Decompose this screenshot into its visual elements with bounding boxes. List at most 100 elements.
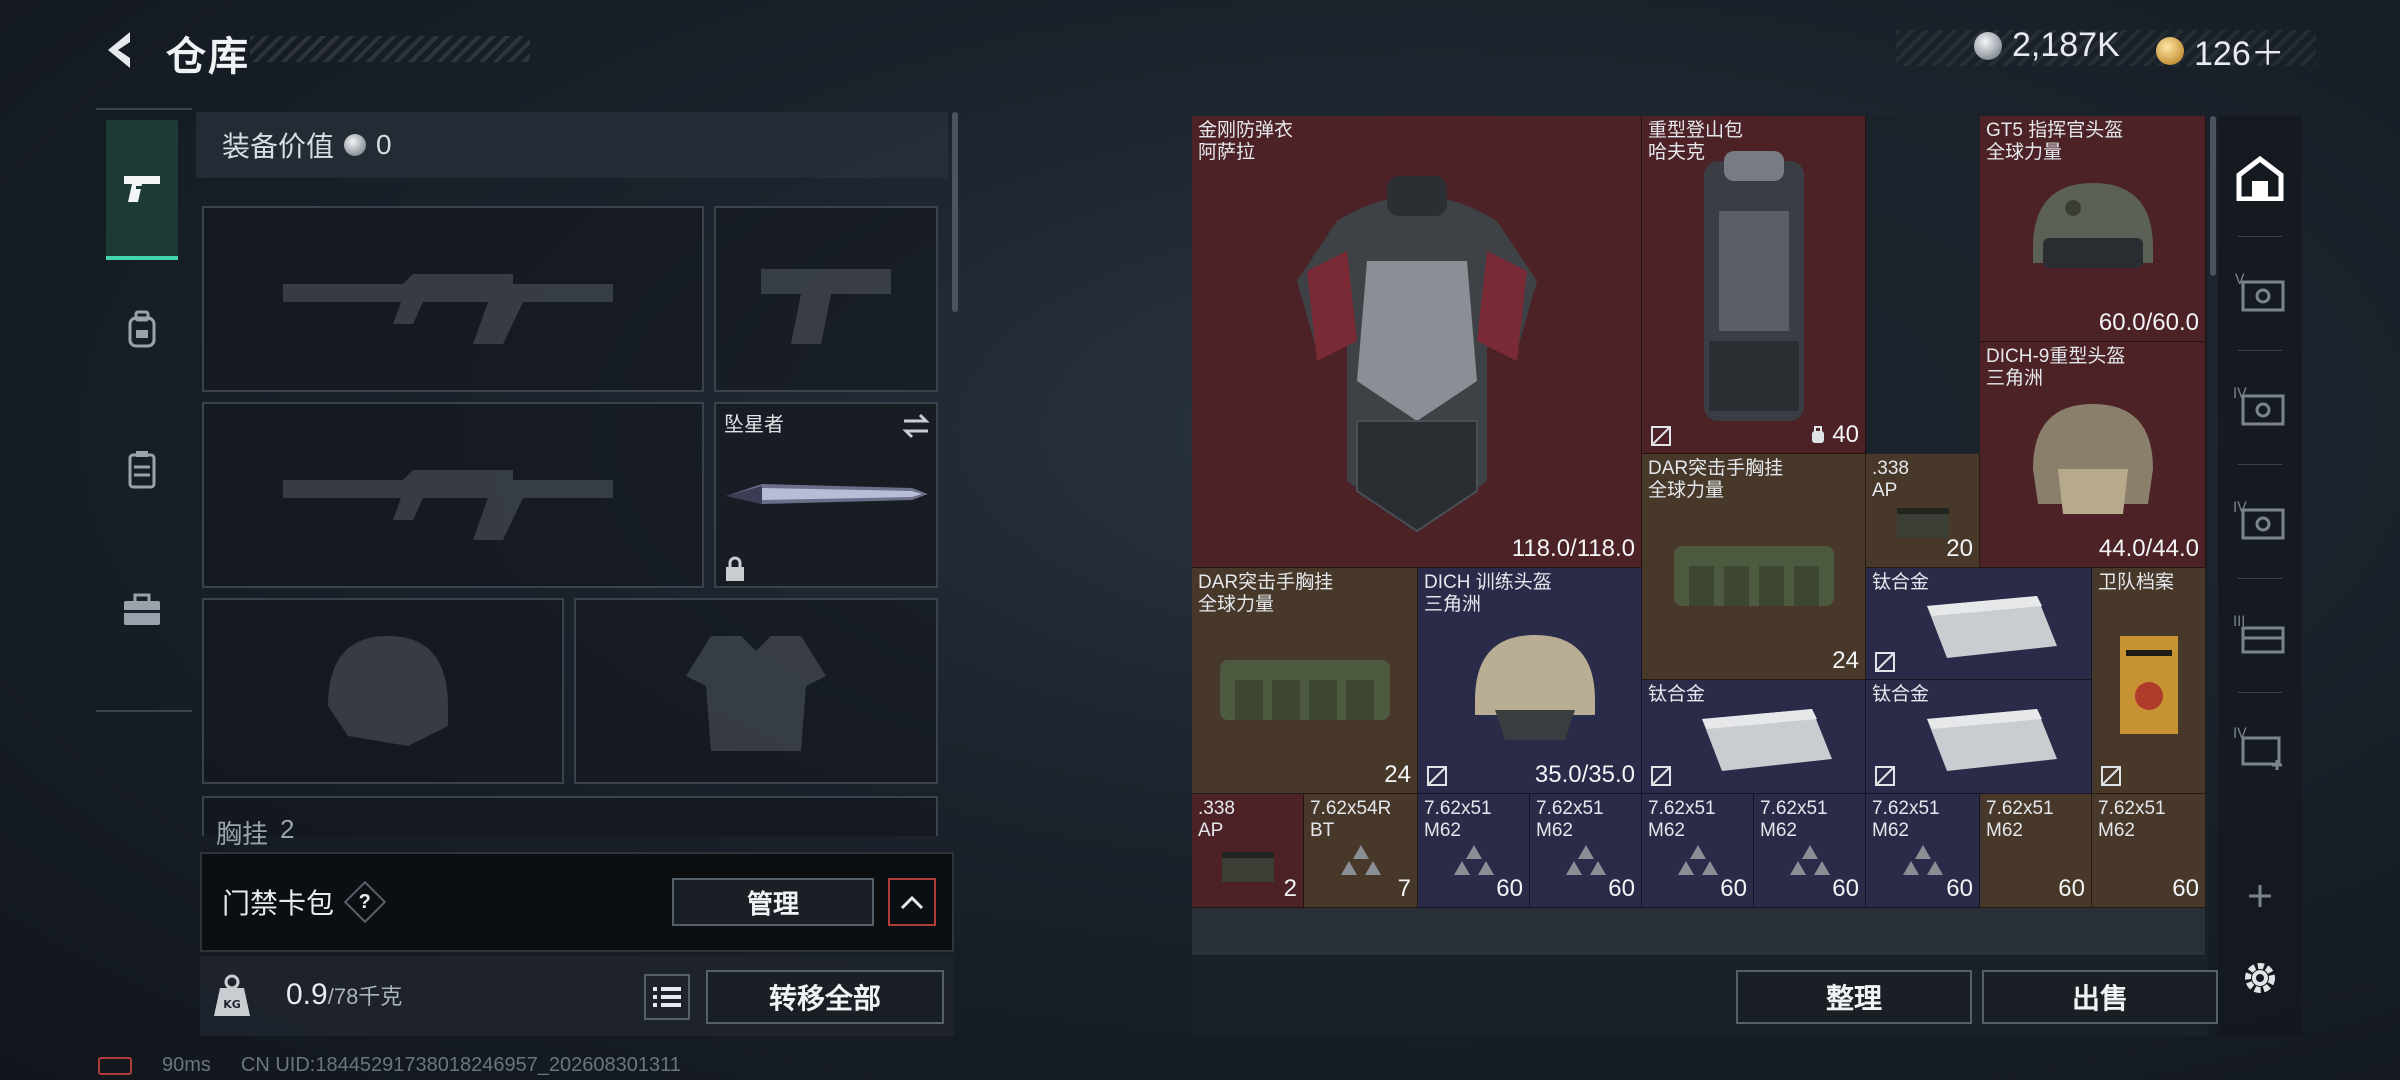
collapse-button[interactable]: [888, 878, 936, 926]
stash-item-dar-rig[interactable]: DAR突击手胸挂 全球力量 24: [1192, 568, 1418, 794]
keycard-wallet-bar: 门禁卡包 ? 管理: [200, 852, 954, 952]
stash-page-iv-3[interactable]: IV: [2232, 720, 2288, 776]
melee-name: 坠星者: [724, 414, 784, 436]
help-icon[interactable]: ?: [343, 880, 387, 924]
stash-item-ammo-762x51[interactable]: 7.62x51 M62 60: [1530, 794, 1642, 908]
no-insure-icon: [1651, 426, 1671, 446]
item-name: DAR突击手胸挂 全球力量: [1648, 458, 1784, 501]
item-count: 20: [1946, 535, 1973, 562]
body-armor-slot[interactable]: [574, 598, 938, 784]
item-name: 7.62x51 M62: [1648, 798, 1716, 841]
stash-page-iii[interactable]: III: [2232, 606, 2288, 662]
pistol-silhouette-icon: [761, 269, 891, 344]
loadout-scrollbar[interactable]: [952, 112, 958, 312]
svg-text:IV: IV: [2233, 386, 2247, 402]
chest-rig-count: 2: [280, 814, 295, 844]
item-durability: 60.0/60.0: [2098, 309, 2199, 336]
backpack-art: [1703, 151, 1804, 422]
plus-icon: [2249, 885, 2271, 907]
tab-toolbox[interactable]: [106, 540, 178, 680]
ammo-rounds-icon: [1565, 844, 1606, 875]
organize-button[interactable]: 整理: [1736, 970, 1972, 1024]
item-name: 7.62x51 M62: [1872, 798, 1940, 841]
stash-empty-row: [1192, 908, 2206, 956]
back-button[interactable]: [96, 22, 144, 78]
sell-button[interactable]: 出售: [1982, 970, 2218, 1024]
add-stash-page-button[interactable]: [2232, 868, 2288, 924]
stash-page-iv-2[interactable]: IV: [2232, 492, 2288, 548]
primary-weapon-slot[interactable]: [202, 206, 704, 392]
tab-backpack[interactable]: [106, 260, 178, 400]
titanium-ingot-art: [1927, 595, 2057, 658]
page-title: 仓库: [166, 35, 250, 79]
item-count: 60: [1608, 875, 1635, 902]
stash-item-gt5-helmet[interactable]: GT5 指挥官头盔 全球力量 60.0/60.0: [1980, 116, 2206, 342]
stash-item-ammo-762x51[interactable]: 7.62x51 M62 60: [1418, 794, 1530, 908]
tab-vest[interactable]: [106, 400, 178, 540]
stash-item-dich-training-helmet[interactable]: DICH 训练头盔 三角洲 35.0/35.0: [1418, 568, 1642, 794]
title-decoration: [250, 36, 530, 62]
back-arrow-icon: [108, 32, 130, 68]
svg-text:IV: IV: [2233, 726, 2247, 742]
tab-weapons[interactable]: [106, 120, 178, 260]
stash-item-dar-rig[interactable]: DAR突击手胸挂 全球力量 24: [1642, 454, 1866, 680]
safe-box-icon: IV: [2233, 500, 2285, 540]
stash-item-body-armor[interactable]: 金刚防弹衣 阿萨拉 118.0/118.0: [1192, 116, 1642, 568]
equip-value-label: 装备价值: [222, 131, 335, 162]
stash-item-ammo-762x51[interactable]: 7.62x51 M62 60: [2092, 794, 2206, 908]
stash-item-338-ap[interactable]: .338 AP 2: [1192, 794, 1304, 908]
stash-page-main[interactable]: [2232, 150, 2288, 206]
vest-icon: [128, 451, 156, 489]
chest-rig-header: 胸挂 2: [216, 814, 294, 851]
chest-rig-art: [1673, 546, 1834, 606]
stash-item-ammo-762x54r[interactable]: 7.62x54R BT 7: [1304, 794, 1418, 908]
divider: [2238, 350, 2282, 351]
stash-item-titanium[interactable]: 钛合金: [1642, 680, 1866, 794]
svg-text:IV: IV: [2233, 500, 2247, 516]
item-count: 60: [2058, 875, 2085, 902]
stash-item-guard-file[interactable]: 卫队档案: [2092, 568, 2206, 794]
settings-button[interactable]: [2232, 950, 2288, 1006]
manage-button[interactable]: 管理: [672, 878, 874, 926]
top-header: 仓库 2,187K 126＋: [0, 0, 2400, 100]
transfer-all-button[interactable]: 转移全部: [706, 970, 944, 1024]
helmet-silhouette-icon: [328, 636, 448, 746]
stash-item-ammo-762x51[interactable]: 7.62x51 M62 60: [1754, 794, 1866, 908]
item-count: 60: [1832, 875, 1859, 902]
stash-item-ammo-762x51[interactable]: 7.62x51 M62 60: [1866, 794, 1980, 908]
ping-readout: 90ms: [162, 1054, 211, 1076]
currency-silver[interactable]: 2,187K: [1974, 26, 2120, 65]
body-armor-art: [1296, 175, 1537, 532]
item-name: .338 AP: [1872, 458, 1909, 501]
loadout-category-rail: [96, 108, 192, 712]
stash-page-rail: V IV IV III IV: [2218, 116, 2302, 1036]
chest-rig-slot[interactable]: [202, 796, 938, 836]
swap-icon[interactable]: [900, 412, 932, 440]
stash-page-iv-1[interactable]: IV: [2232, 378, 2288, 434]
helmet-slot[interactable]: [202, 598, 564, 784]
item-count: 60: [1720, 875, 1747, 902]
currency-gold[interactable]: 126＋: [2156, 26, 2285, 75]
stash-item-titanium[interactable]: 钛合金: [1866, 568, 2092, 680]
rifle-silhouette-icon: [283, 274, 613, 344]
capacity-bar: KG 0.9/78千克 转移全部: [200, 956, 954, 1036]
melee-slot[interactable]: 坠星者: [714, 402, 938, 588]
list-view-button[interactable]: [644, 974, 690, 1020]
ammo-rounds-icon: [1340, 844, 1381, 875]
stash-page-v[interactable]: V: [2232, 264, 2288, 320]
stash-item-338-ap[interactable]: .338 AP 20: [1866, 454, 1980, 568]
item-name: DICH-9重型头盔 三角洲: [1986, 346, 2126, 389]
svg-text:KG: KG: [223, 998, 241, 1011]
secondary-weapon-slot[interactable]: [202, 402, 704, 588]
weight-max: /78千克: [327, 984, 403, 1009]
stash-item-ammo-762x51[interactable]: 7.62x51 M62 60: [1980, 794, 2092, 908]
safe-box-icon: IV: [2233, 386, 2285, 426]
bag-icon: [1812, 426, 1825, 443]
stash-item-backpack[interactable]: 重型登山包 哈夫克 40: [1642, 116, 1866, 454]
stash-item-titanium[interactable]: 钛合金: [1866, 680, 2092, 794]
stash-item-dich9-helmet[interactable]: DICH-9重型头盔 三角洲 44.0/44.0: [1980, 342, 2206, 568]
stash-scrollbar[interactable]: [2210, 116, 2216, 276]
stash-item-ammo-762x51[interactable]: 7.62x51 M62 60: [1642, 794, 1754, 908]
sidearm-slot[interactable]: [714, 206, 938, 392]
ammo-box-art: [1221, 852, 1274, 883]
